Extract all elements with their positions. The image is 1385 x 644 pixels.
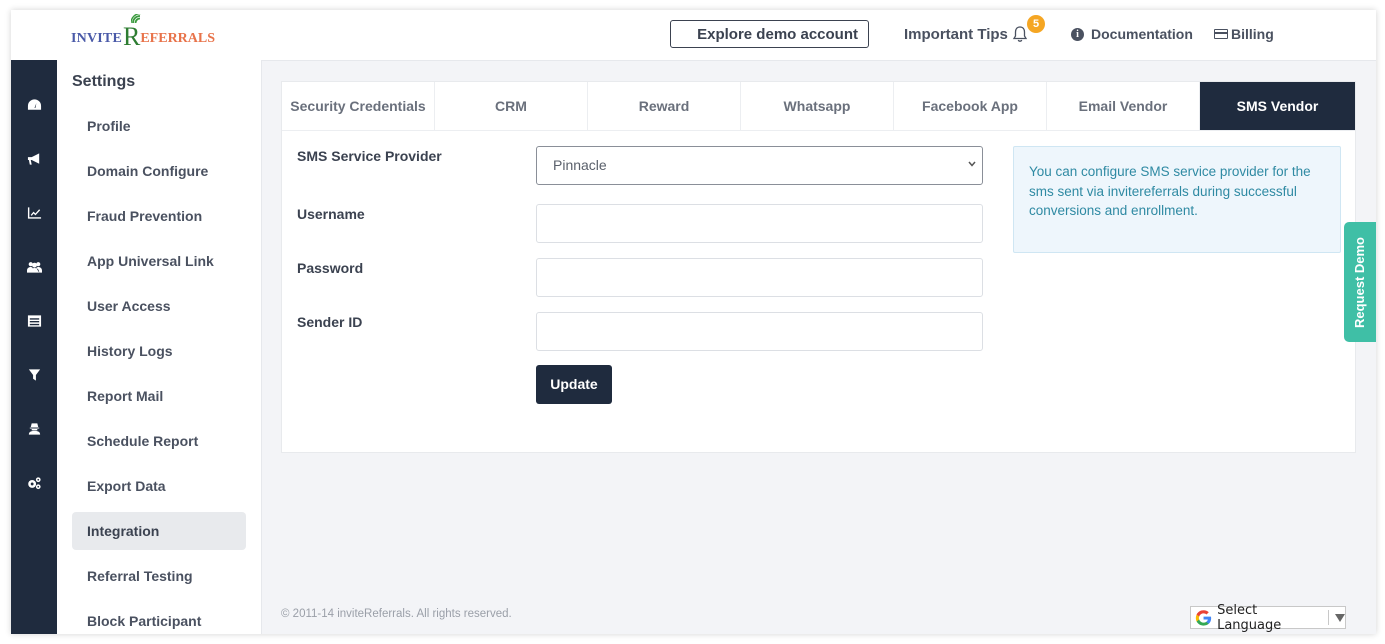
documentation-link[interactable]: i Documentation: [1071, 26, 1193, 42]
integration-tabs: Security Credentials CRM Reward Whatsapp…: [282, 82, 1355, 131]
top-header: INVITE R EFERRALS Explore demo account I…: [11, 10, 1376, 61]
credit-card-icon: [1214, 29, 1228, 39]
important-tips-label: Important Tips: [904, 25, 1008, 43]
nav-item-integration[interactable]: Integration: [72, 512, 246, 550]
password-label: Password: [297, 260, 364, 276]
tab-reward[interactable]: Reward: [588, 82, 741, 130]
tab-security-credentials[interactable]: Security Credentials: [282, 82, 435, 130]
integration-panel: Security Credentials CRM Reward Whatsapp…: [281, 81, 1356, 453]
sms-info-box: You can configure SMS service provider f…: [1013, 146, 1341, 253]
nav-item-referral-testing[interactable]: Referral Testing: [72, 557, 246, 595]
chevron-down-icon: [968, 161, 976, 167]
filter-icon[interactable]: [26, 368, 42, 382]
logo-text-eferrals: EFERRALS: [140, 31, 216, 46]
billing-link[interactable]: Billing: [1214, 26, 1274, 42]
request-demo-tab[interactable]: Request Demo: [1344, 222, 1376, 342]
google-icon: [1195, 609, 1212, 626]
cogs-icon[interactable]: [26, 476, 42, 490]
nav-item-history-logs[interactable]: History Logs: [72, 332, 246, 370]
bell-icon: [1012, 26, 1028, 42]
tab-crm[interactable]: CRM: [435, 82, 588, 130]
username-input[interactable]: [536, 204, 983, 243]
logo-text-invite: INVITE: [71, 31, 122, 46]
tab-sms-vendor[interactable]: SMS Vendor: [1200, 82, 1355, 130]
tips-count-badge: 5: [1027, 15, 1045, 33]
megaphone-icon[interactable]: [26, 152, 42, 166]
password-input[interactable]: [536, 258, 983, 297]
language-label: Select Language: [1217, 602, 1282, 633]
nav-item-schedule-report[interactable]: Schedule Report: [72, 422, 246, 460]
invitereferrals-logo[interactable]: INVITE R EFERRALS: [71, 14, 216, 50]
signal-icon: [131, 14, 141, 24]
chart-line-icon[interactable]: [26, 206, 42, 220]
nav-item-block-participant[interactable]: Block Participant: [72, 602, 246, 634]
divider: [1328, 610, 1329, 625]
nav-item-user-access[interactable]: User Access: [72, 287, 246, 325]
user-secret-icon[interactable]: [26, 422, 42, 436]
dropdown-arrow-icon: [1335, 613, 1345, 622]
app-window: INVITE R EFERRALS Explore demo account I…: [11, 10, 1376, 634]
nav-item-profile[interactable]: Profile: [72, 107, 246, 145]
sms-provider-value: Pinnacle: [553, 157, 607, 173]
sender-id-label: Sender ID: [297, 314, 363, 330]
info-icon: i: [1071, 27, 1084, 41]
settings-sidebar: Settings Profile Domain Configure Fraud …: [57, 60, 262, 634]
tab-facebook-app[interactable]: Facebook App: [894, 82, 1047, 130]
settings-title: Settings: [72, 73, 136, 90]
dashboard-icon[interactable]: [26, 98, 42, 112]
sender-id-input[interactable]: [536, 312, 983, 351]
documentation-label: Documentation: [1091, 26, 1193, 42]
icon-sidebar: [11, 60, 57, 634]
nav-item-domain-configure[interactable]: Domain Configure: [72, 152, 246, 190]
footer-copyright: © 2011-14 inviteReferrals. All rights re…: [281, 608, 512, 620]
tab-email-vendor[interactable]: Email Vendor: [1047, 82, 1200, 130]
update-button[interactable]: Update: [536, 365, 612, 404]
tab-whatsapp[interactable]: Whatsapp: [741, 82, 894, 130]
nav-item-fraud-prevention[interactable]: Fraud Prevention: [72, 197, 246, 235]
important-tips-link[interactable]: Important Tips: [904, 25, 1028, 43]
list-icon[interactable]: [26, 314, 42, 328]
sms-provider-label: SMS Service Provider: [297, 148, 442, 164]
username-label: Username: [297, 206, 365, 222]
sms-provider-select[interactable]: Pinnacle: [536, 146, 983, 185]
users-icon[interactable]: [26, 260, 42, 274]
language-selector[interactable]: Select Language: [1190, 603, 1346, 633]
request-demo-label: Request Demo: [1352, 236, 1368, 328]
billing-label: Billing: [1231, 26, 1274, 42]
nav-item-report-mail[interactable]: Report Mail: [72, 377, 246, 415]
nav-item-export-data[interactable]: Export Data: [72, 467, 246, 505]
explore-demo-button[interactable]: Explore demo account: [670, 20, 869, 48]
nav-item-app-universal-link[interactable]: App Universal Link: [72, 242, 246, 280]
logo-text-r: R: [123, 14, 141, 50]
